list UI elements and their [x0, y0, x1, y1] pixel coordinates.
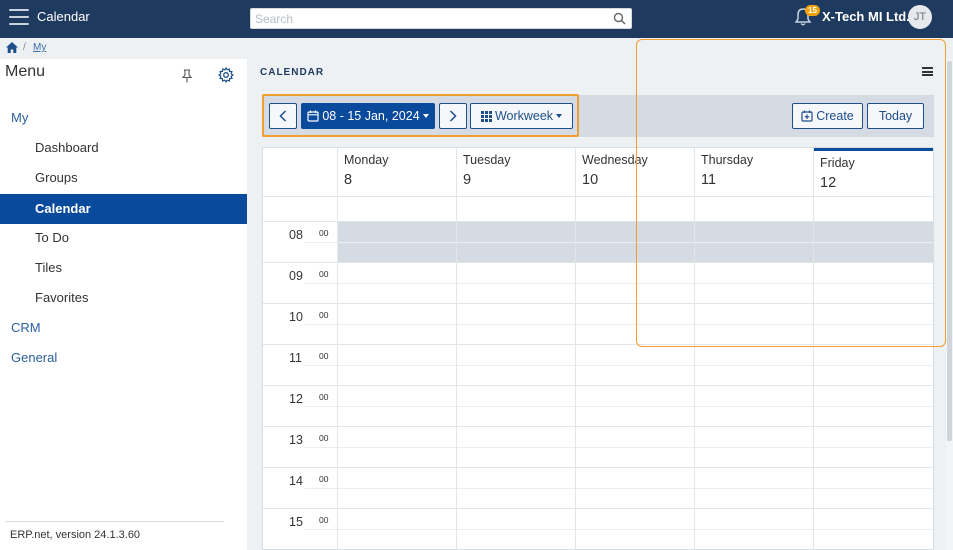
notification-badge: 15	[805, 5, 820, 16]
hour-label: 15	[289, 515, 303, 529]
day-column-divider	[813, 148, 814, 549]
half-hour-line	[305, 488, 933, 489]
view-label: Workweek	[494, 109, 554, 123]
breadcrumb-separator: /	[23, 42, 26, 53]
sidebar-item-groups[interactable]: Groups	[0, 163, 247, 193]
minute-label: 00	[319, 433, 329, 443]
day-column-divider	[337, 148, 338, 549]
sidebar: Menu My Dashboard Groups Calendar To Do …	[0, 59, 247, 550]
hour-label: 11	[289, 351, 302, 365]
top-bar: Calendar 15 X-Tech MI Ltd. JT	[0, 0, 953, 38]
day-column-divider	[575, 148, 576, 549]
home-icon[interactable]	[6, 42, 18, 53]
date-range-picker-button[interactable]: 08 - 15 Jan, 2024	[301, 103, 435, 129]
pin-icon[interactable]	[181, 69, 193, 83]
all-day-row[interactable]	[263, 196, 933, 221]
menu-title: Menu	[5, 63, 46, 80]
day-number: 11	[701, 172, 717, 188]
search-icon[interactable]	[613, 12, 626, 25]
minute-label: 00	[319, 515, 329, 525]
hour-label: 12	[289, 392, 303, 406]
day-name: Thursday	[701, 153, 754, 167]
more-menu-icon[interactable]	[922, 67, 933, 76]
minute-label: 00	[319, 351, 329, 361]
sidebar-item-my[interactable]: My	[0, 103, 247, 133]
calendar-icon	[307, 110, 319, 122]
day-name: Monday	[344, 153, 389, 167]
breadcrumb-link-my[interactable]: My	[33, 42, 46, 53]
half-hour-line	[305, 447, 933, 448]
hamburger-menu-icon[interactable]	[9, 9, 29, 25]
create-event-button[interactable]: Create	[792, 103, 863, 129]
day-number: 12	[820, 175, 837, 191]
caret-down-icon	[556, 114, 563, 118]
minute-label: 00	[319, 269, 329, 279]
hour-label: 13	[289, 433, 303, 447]
day-header-monday[interactable]: Monday 8	[337, 148, 456, 196]
minute-label: 00	[319, 228, 329, 238]
minute-label: 00	[319, 310, 329, 320]
minute-label: 00	[319, 474, 329, 484]
minute-label: 00	[319, 392, 329, 402]
day-header-friday[interactable]: Friday 12	[813, 148, 933, 196]
day-name: Friday	[820, 156, 855, 170]
sidebar-item-to-do[interactable]: To Do	[0, 223, 247, 253]
half-hour-line	[305, 324, 933, 325]
day-column-divider	[456, 148, 457, 549]
create-label: Create	[816, 109, 854, 123]
chevron-right-icon	[449, 110, 457, 122]
divider	[5, 521, 224, 522]
grid-icon	[480, 110, 492, 122]
sidebar-item-crm[interactable]: CRM	[0, 313, 247, 343]
day-name: Tuesday	[463, 153, 511, 167]
view-selector-button[interactable]: Workweek	[470, 103, 573, 129]
today-button[interactable]: Today	[867, 103, 924, 129]
company-selector[interactable]: X-Tech MI Ltd.	[822, 9, 910, 24]
calendar-grid: Monday 8 Tuesday 9 Wednesday 10 Thursday…	[262, 147, 934, 550]
day-header-thursday[interactable]: Thursday 11	[694, 148, 813, 196]
half-hour-line	[305, 283, 933, 284]
sidebar-item-favorites[interactable]: Favorites	[0, 283, 247, 313]
day-number: 10	[582, 172, 599, 188]
day-column-divider	[694, 148, 695, 549]
version-label: ERP.net, version 24.1.3.60	[10, 529, 141, 541]
caret-down-icon	[422, 114, 429, 118]
date-range-label: 08 - 15 Jan, 2024	[322, 109, 420, 123]
half-hour-line	[305, 242, 933, 243]
gear-icon[interactable]	[218, 67, 234, 83]
half-hour-line	[305, 406, 933, 407]
hour-label: 08	[289, 228, 303, 242]
page-title: CALENDAR	[260, 67, 325, 78]
day-number: 9	[463, 172, 472, 188]
sidebar-item-tiles[interactable]: Tiles	[0, 253, 247, 283]
hour-label: 14	[289, 474, 303, 488]
next-week-button[interactable]	[439, 103, 467, 129]
search-input[interactable]	[251, 9, 601, 28]
half-hour-line	[305, 365, 933, 366]
breadcrumb: / My	[0, 38, 953, 59]
day-header-wednesday[interactable]: Wednesday 10	[575, 148, 694, 196]
day-number: 8	[344, 172, 353, 188]
hour-label: 09	[289, 269, 303, 283]
sidebar-item-dashboard[interactable]: Dashboard	[0, 133, 247, 163]
scrollbar-thumb[interactable]	[947, 61, 952, 441]
search-box	[250, 8, 632, 29]
avatar[interactable]: JT	[908, 5, 932, 29]
sidebar-item-general[interactable]: General	[0, 343, 247, 373]
hour-label: 10	[289, 310, 303, 324]
calendar-plus-icon	[801, 110, 813, 122]
chevron-left-icon	[279, 110, 287, 122]
day-name: Wednesday	[582, 153, 648, 167]
half-hour-line	[305, 529, 933, 530]
sidebar-item-calendar[interactable]: Calendar	[0, 194, 247, 224]
previous-week-button[interactable]	[269, 103, 297, 129]
app-title: Calendar	[37, 9, 90, 24]
scrollbar[interactable]	[946, 59, 953, 550]
day-header-tuesday[interactable]: Tuesday 9	[456, 148, 575, 196]
